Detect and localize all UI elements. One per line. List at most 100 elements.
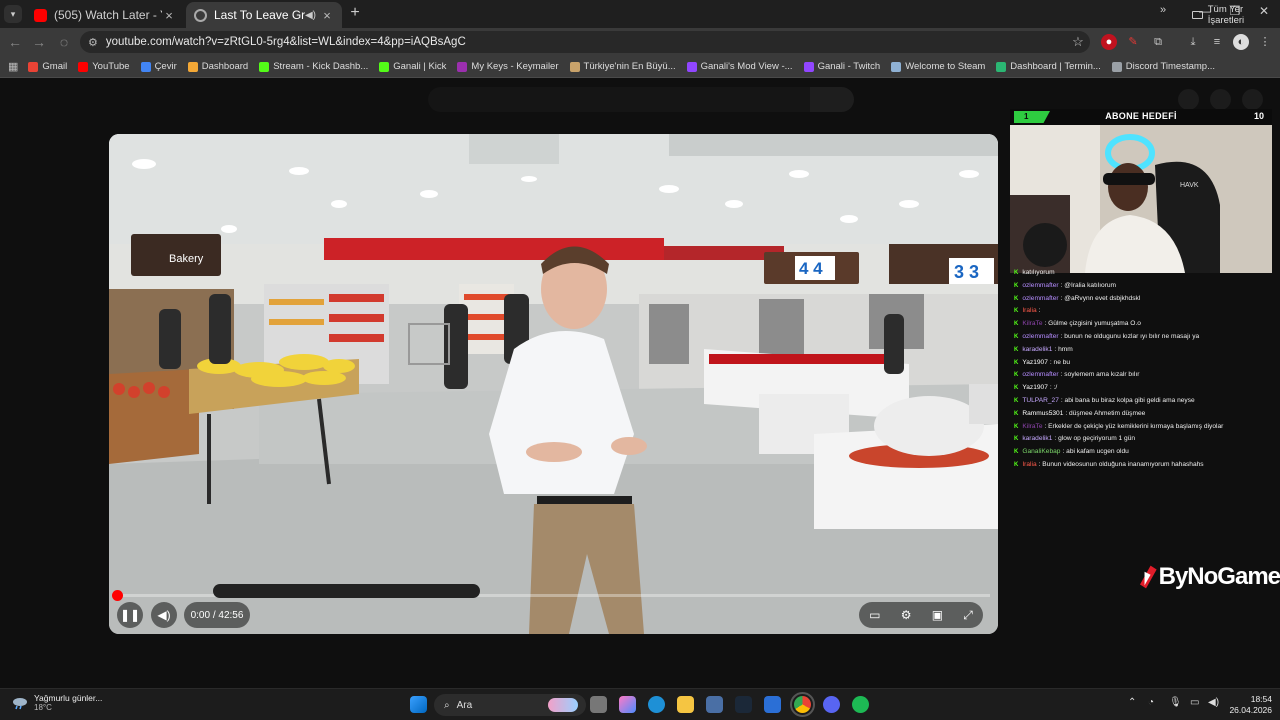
settings-gear-icon[interactable]: ⚙ — [901, 608, 912, 622]
file-explorer-icon[interactable] — [677, 696, 694, 713]
chat-username[interactable]: KilraTe — [1022, 318, 1042, 331]
create-icon[interactable] — [1178, 89, 1199, 110]
bookmark-item[interactable]: Dashboard — [187, 61, 248, 72]
chat-username[interactable]: karadelik1 — [1022, 433, 1052, 446]
bookmark-item[interactable]: Welcome to Steam — [891, 61, 985, 72]
subtitles-icon[interactable]: ▭ — [869, 608, 880, 622]
discord-icon[interactable] — [823, 696, 840, 713]
chat-message: K GanaliKebap: abi kafam ucgen oldu — [1014, 446, 1276, 459]
tray-app-icon[interactable]: ◔ — [1148, 697, 1154, 708]
microphone-icon[interactable]: 🎙 — [1169, 697, 1182, 708]
kick-badge-icon: K — [1014, 359, 1019, 366]
bookmark-item[interactable]: Ganali | Kick — [379, 61, 446, 72]
chat-username[interactable]: KilraTe — [1022, 421, 1042, 434]
forward-icon[interactable]: → — [29, 33, 49, 51]
search-button[interactable] — [810, 87, 854, 112]
bookmark-item[interactable]: YouTube — [78, 61, 130, 72]
profile-icon[interactable]: ◐ — [1233, 34, 1249, 50]
chat-text: : bunun ne oldugunu kızlar ıyı bılır ne … — [1060, 332, 1200, 340]
taskbar-search[interactable]: ⌕ Ara — [434, 694, 586, 716]
goal-target: 10 — [1253, 111, 1264, 121]
search-input[interactable] — [428, 87, 854, 112]
spotify-icon[interactable] — [852, 696, 869, 713]
close-tab-icon[interactable]: × — [320, 8, 334, 23]
bookmark-star-icon[interactable]: ☆ — [1066, 34, 1090, 50]
extension-icon[interactable]: ● — [1101, 34, 1117, 50]
copilot-icon[interactable] — [619, 696, 636, 713]
puzzle-icon[interactable]: ⧉ — [1150, 34, 1166, 50]
kick-badge-icon: K — [1014, 436, 1019, 443]
site-info-icon[interactable]: ⚙ — [88, 36, 98, 49]
url-text[interactable]: youtube.com/watch?v=zRtGL0-5rg4&list=WL&… — [106, 36, 1066, 48]
chat-message: K KilraTe: Gülme çizgisini yumuşatma O.o — [1014, 318, 1276, 331]
bookmark-item[interactable]: My Keys - Keymailer — [457, 61, 559, 72]
chat-username[interactable]: Yaz1907 — [1022, 382, 1048, 395]
network-icon[interactable]: ▭ — [1190, 697, 1199, 708]
chat-username[interactable]: Iralia — [1022, 305, 1036, 318]
chat-username[interactable]: GanaliKebap — [1022, 446, 1060, 459]
edge-icon[interactable] — [648, 696, 665, 713]
webcam-feed: HAVK — [1010, 125, 1272, 273]
chat-username[interactable]: ozlemmafter — [1022, 331, 1058, 344]
notifications-icon[interactable] — [1210, 89, 1231, 110]
bookmark-item[interactable]: Türkiye'nin En Büyü... — [569, 61, 676, 72]
tab-search-button[interactable]: ▾ — [4, 5, 22, 23]
pause-button[interactable]: ❚❚ — [117, 602, 143, 628]
volume-tray-icon[interactable]: ◀) — [1208, 697, 1219, 708]
chrome-icon[interactable] — [790, 692, 815, 717]
bookmark-item[interactable]: Dashboard | Termin... — [996, 61, 1101, 72]
menu-icon[interactable]: ⋮ — [1257, 34, 1273, 50]
avatar[interactable] — [1242, 89, 1263, 110]
windows-start-icon[interactable] — [410, 696, 427, 713]
volume-icon[interactable]: ◀) — [151, 602, 177, 628]
system-clock[interactable]: 18:54 26.04.2026 — [1226, 694, 1272, 716]
tab-grocery-video[interactable]: Last To Leave Grocery Store ◀) × — [186, 2, 342, 28]
tab-watch-later[interactable]: (505) Watch Later - YouTube × — [26, 2, 184, 28]
kick-badge-icon: K — [1014, 449, 1019, 456]
back-icon[interactable]: ← — [5, 33, 25, 51]
bookmark-item[interactable]: Stream - Kick Dashb... — [259, 61, 368, 72]
steam-icon[interactable] — [735, 696, 752, 713]
chat-text: : ne bu — [1049, 358, 1071, 366]
speaker-icon[interactable]: ◀) — [305, 10, 316, 21]
more-bookmarks-icon[interactable]: » — [1160, 4, 1166, 16]
bookmark-item[interactable]: Çevir — [140, 61, 177, 72]
chat-message: K Rammus5301: düşmee Ahmetim düşmee — [1014, 408, 1276, 421]
chat-username[interactable]: karadelik1 — [1022, 344, 1052, 357]
loading-icon[interactable]: ◌ — [54, 33, 74, 51]
chat-username[interactable]: ozlemmafter — [1022, 293, 1058, 306]
mail-icon[interactable] — [764, 696, 781, 713]
apps-grid-icon[interactable]: ▦ — [8, 60, 18, 73]
store-icon[interactable] — [706, 696, 723, 713]
close-tab-icon[interactable]: × — [162, 8, 176, 23]
video-frame: Bakery 4 4 3 3 — [109, 134, 998, 634]
chat-username[interactable]: TULPAR_27 — [1022, 395, 1059, 408]
fullscreen-icon[interactable]: ⤢ — [963, 608, 973, 623]
bookmark-item[interactable]: Ganali's Mod View -... — [686, 61, 793, 72]
extension-icon[interactable]: ✎ — [1125, 34, 1141, 50]
chat-text: : @Iralia katılıorum — [1060, 281, 1117, 289]
task-view-icon[interactable] — [590, 696, 607, 713]
chat-username[interactable]: Iralia — [1022, 459, 1036, 472]
lane-3-sign: 3 3 — [954, 262, 979, 282]
bookmark-item[interactable]: Ganali - Twitch — [803, 61, 880, 72]
chat-text: : soylemem ama kızalr bılır — [1060, 371, 1140, 379]
download-icon[interactable]: ⤓ — [1185, 34, 1201, 50]
theater-mode-icon[interactable]: ▣ — [932, 608, 943, 622]
reading-list-icon[interactable]: ≡ — [1209, 34, 1225, 50]
bookmark-item[interactable]: Gmail — [28, 61, 67, 72]
chat-username[interactable]: Yaz1907 — [1022, 357, 1048, 370]
seek-handle[interactable] — [112, 590, 123, 601]
video-player[interactable]: Bakery 4 4 3 3 ❚❚ ◀) 0:00 / 42:56 ▭ ⚙ ▣ … — [109, 134, 998, 634]
new-tab-button[interactable]: + — [346, 4, 364, 22]
chat-username[interactable]: ozlemmafter — [1022, 280, 1058, 293]
all-bookmarks-button[interactable]: Tüm Yer İşaretleri — [1192, 4, 1280, 26]
bookmark-item[interactable]: Discord Timestamp... — [1111, 61, 1215, 72]
chat-username[interactable]: ozlemmafter — [1022, 369, 1058, 382]
chat-username[interactable]: Rammus5301 — [1022, 408, 1063, 421]
tray-chevron-icon[interactable]: ⌃ — [1128, 697, 1136, 708]
weather-widget[interactable]: Yağmurlu günler... 18°C — [12, 693, 102, 712]
bookmark-favicon-icon — [803, 61, 814, 72]
address-bar[interactable]: ⚙ youtube.com/watch?v=zRtGL0-5rg4&list=W… — [80, 31, 1090, 53]
kick-badge-icon: K — [1014, 308, 1019, 315]
